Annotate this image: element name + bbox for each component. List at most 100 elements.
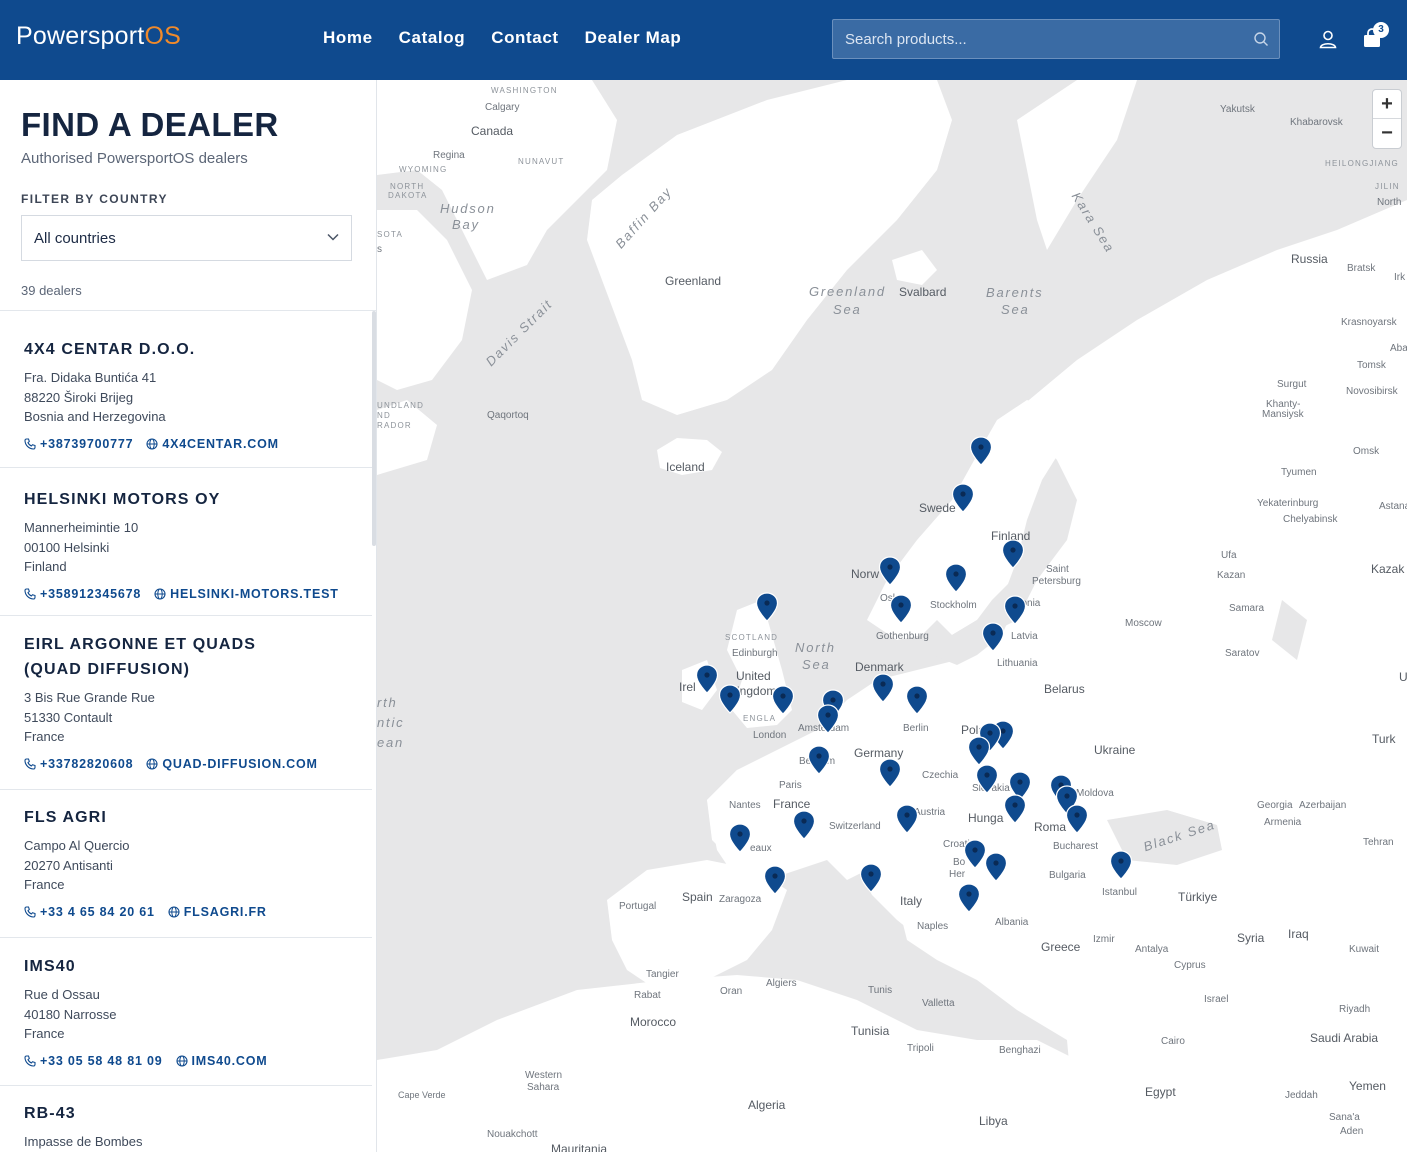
map-label: Saratov (1225, 648, 1260, 659)
page-title: FIND A DEALER (21, 106, 279, 143)
map-label: Greenland (665, 274, 722, 288)
map-label: Abal (1390, 343, 1407, 354)
dealer-marker-icon[interactable] (895, 804, 919, 834)
map-label: Roma (1034, 820, 1067, 834)
map-label: Israel (1204, 994, 1229, 1005)
nav-contact[interactable]: Contact (491, 28, 558, 48)
dealer-marker-icon[interactable] (771, 685, 795, 715)
map-label: Novosibirsk (1346, 386, 1398, 397)
dealer-marker-icon[interactable] (957, 883, 981, 913)
dealer-website-link[interactable]: IMS40.COM (175, 1054, 268, 1068)
map-label: Western (525, 1070, 563, 1081)
dealer-marker-icon[interactable] (859, 863, 883, 893)
dealer-card[interactable]: EIRL ARGONNE ET QUADS (QUAD DIFFUSION) 3… (0, 616, 372, 790)
map-label: ntic (377, 715, 405, 730)
map-label: Morocco (630, 1015, 677, 1029)
map-label: rth (377, 695, 398, 710)
dealer-marker-icon[interactable] (889, 594, 913, 624)
dealer-marker-icon[interactable] (763, 865, 787, 895)
dealer-marker-icon[interactable] (755, 592, 779, 622)
dealer-website-link[interactable]: 4X4CENTAR.COM (146, 437, 278, 451)
zoom-out-button[interactable]: − (1373, 119, 1401, 148)
map-label: Iraq (1288, 927, 1309, 941)
dealer-phone-link[interactable]: +33 4 65 84 20 61 (24, 905, 155, 919)
dealer-marker-icon[interactable] (807, 745, 831, 775)
globe-icon (146, 438, 158, 450)
map-label: Hudson (440, 201, 496, 216)
map-label: Edinburgh (732, 648, 778, 659)
map-label: Nantes (729, 800, 761, 811)
map-label: Belarus (1044, 682, 1085, 696)
dealer-marker-icon[interactable] (695, 664, 719, 694)
dealer-marker-icon[interactable] (951, 483, 975, 513)
dealer-marker-icon[interactable] (969, 436, 993, 466)
dealer-card[interactable]: FLS AGRI Campo Al Quercio 20270 Antisanti… (0, 790, 372, 938)
nav-dealer-map[interactable]: Dealer Map (585, 28, 682, 48)
dealer-website-link[interactable]: FLSAGRI.FR (168, 905, 267, 919)
dealer-marker-icon[interactable] (816, 704, 840, 734)
dealer-marker-icon[interactable] (967, 736, 991, 766)
dealer-marker-icon[interactable] (1065, 804, 1089, 834)
sidebar-scrollbar[interactable] (372, 311, 376, 546)
user-icon[interactable] (1318, 29, 1338, 49)
dealer-marker-icon[interactable] (871, 673, 895, 703)
dealer-marker-icon[interactable] (878, 556, 902, 586)
map-label: Paris (779, 780, 802, 791)
map-label: Jeddah (1285, 1090, 1318, 1101)
globe-icon (168, 906, 180, 918)
dealer-marker-icon[interactable] (905, 685, 929, 715)
dealer-marker-icon[interactable] (1003, 794, 1027, 824)
map-label: Her (949, 869, 966, 880)
dealer-marker-icon[interactable] (975, 764, 999, 794)
map-label: Riyadh (1339, 1004, 1371, 1015)
map-label: Portugal (619, 901, 657, 912)
map-label: United (736, 669, 771, 683)
map-label: Tyumen (1281, 467, 1317, 478)
dealer-marker-icon[interactable] (981, 622, 1005, 652)
dealer-website-link[interactable]: QUAD-DIFFUSION.COM (146, 757, 317, 771)
dealer-marker-icon[interactable] (984, 852, 1008, 882)
dealer-phone-link[interactable]: +358912345678 (24, 587, 141, 601)
map-label: Spain (682, 890, 713, 904)
page-subtitle: Authorised PowersportOS dealers (21, 150, 248, 167)
dealer-phone-link[interactable]: +33 05 58 48 81 09 (24, 1054, 163, 1068)
search-icon[interactable] (1253, 31, 1269, 47)
dealer-marker-icon[interactable] (728, 823, 752, 853)
logo[interactable]: PowersportOS (16, 22, 181, 51)
main-nav: Home Catalog Contact Dealer Map (323, 28, 681, 48)
map-label: Georgia (1257, 800, 1293, 811)
dealer-website-link[interactable]: HELSINKI-MOTORS.TEST (154, 587, 339, 601)
map-label: Türkiye (1178, 890, 1218, 904)
map-label: Cairo (1161, 1036, 1185, 1047)
map-label: Bratsk (1347, 263, 1376, 274)
map-label: s (377, 244, 382, 255)
dealer-marker-icon[interactable] (1003, 595, 1027, 625)
map-label: ND (377, 411, 391, 420)
map-label: Svalbard (899, 285, 947, 299)
dealer-card[interactable]: RB-43 Impasse de Bombes (0, 1086, 372, 1152)
dealer-map[interactable]: WASHINGTON Calgary Canada Regina NUNAVUT… (377, 80, 1407, 1152)
country-filter-select[interactable]: All countries (21, 215, 352, 261)
dealer-count: 39 dealers (21, 283, 82, 298)
dealer-card[interactable]: HELSINKI MOTORS OY Mannerheimintie 10 001… (0, 468, 372, 616)
nav-catalog[interactable]: Catalog (399, 28, 466, 48)
map-label: Yekaterinburg (1257, 498, 1319, 509)
dealer-card[interactable]: IMS40 Rue d Ossau 40180 Narrosse France +3… (0, 938, 372, 1086)
map-label: Sahara (527, 1082, 560, 1093)
dealer-marker-icon[interactable] (944, 563, 968, 593)
dealer-marker-icon[interactable] (718, 684, 742, 714)
map-label: Gothenburg (876, 631, 929, 642)
dealer-marker-icon[interactable] (1109, 850, 1133, 880)
search-input[interactable] (833, 20, 1233, 58)
dealer-phone-link[interactable]: +33782820608 (24, 757, 133, 771)
dealer-card[interactable]: 4X4 CENTAR D.O.O. Fra. Didaka Buntića 41… (0, 311, 372, 468)
map-label: Tunis (868, 985, 893, 996)
dealer-marker-icon[interactable] (878, 758, 902, 788)
dealer-phone-link[interactable]: +38739700777 (24, 437, 133, 451)
dealer-marker-icon[interactable] (792, 810, 816, 840)
zoom-in-button[interactable]: + (1373, 90, 1401, 119)
nav-home[interactable]: Home (323, 28, 373, 48)
phone-icon (24, 758, 36, 770)
map-label: ENGLA (743, 714, 777, 723)
dealer-marker-icon[interactable] (1001, 539, 1025, 569)
